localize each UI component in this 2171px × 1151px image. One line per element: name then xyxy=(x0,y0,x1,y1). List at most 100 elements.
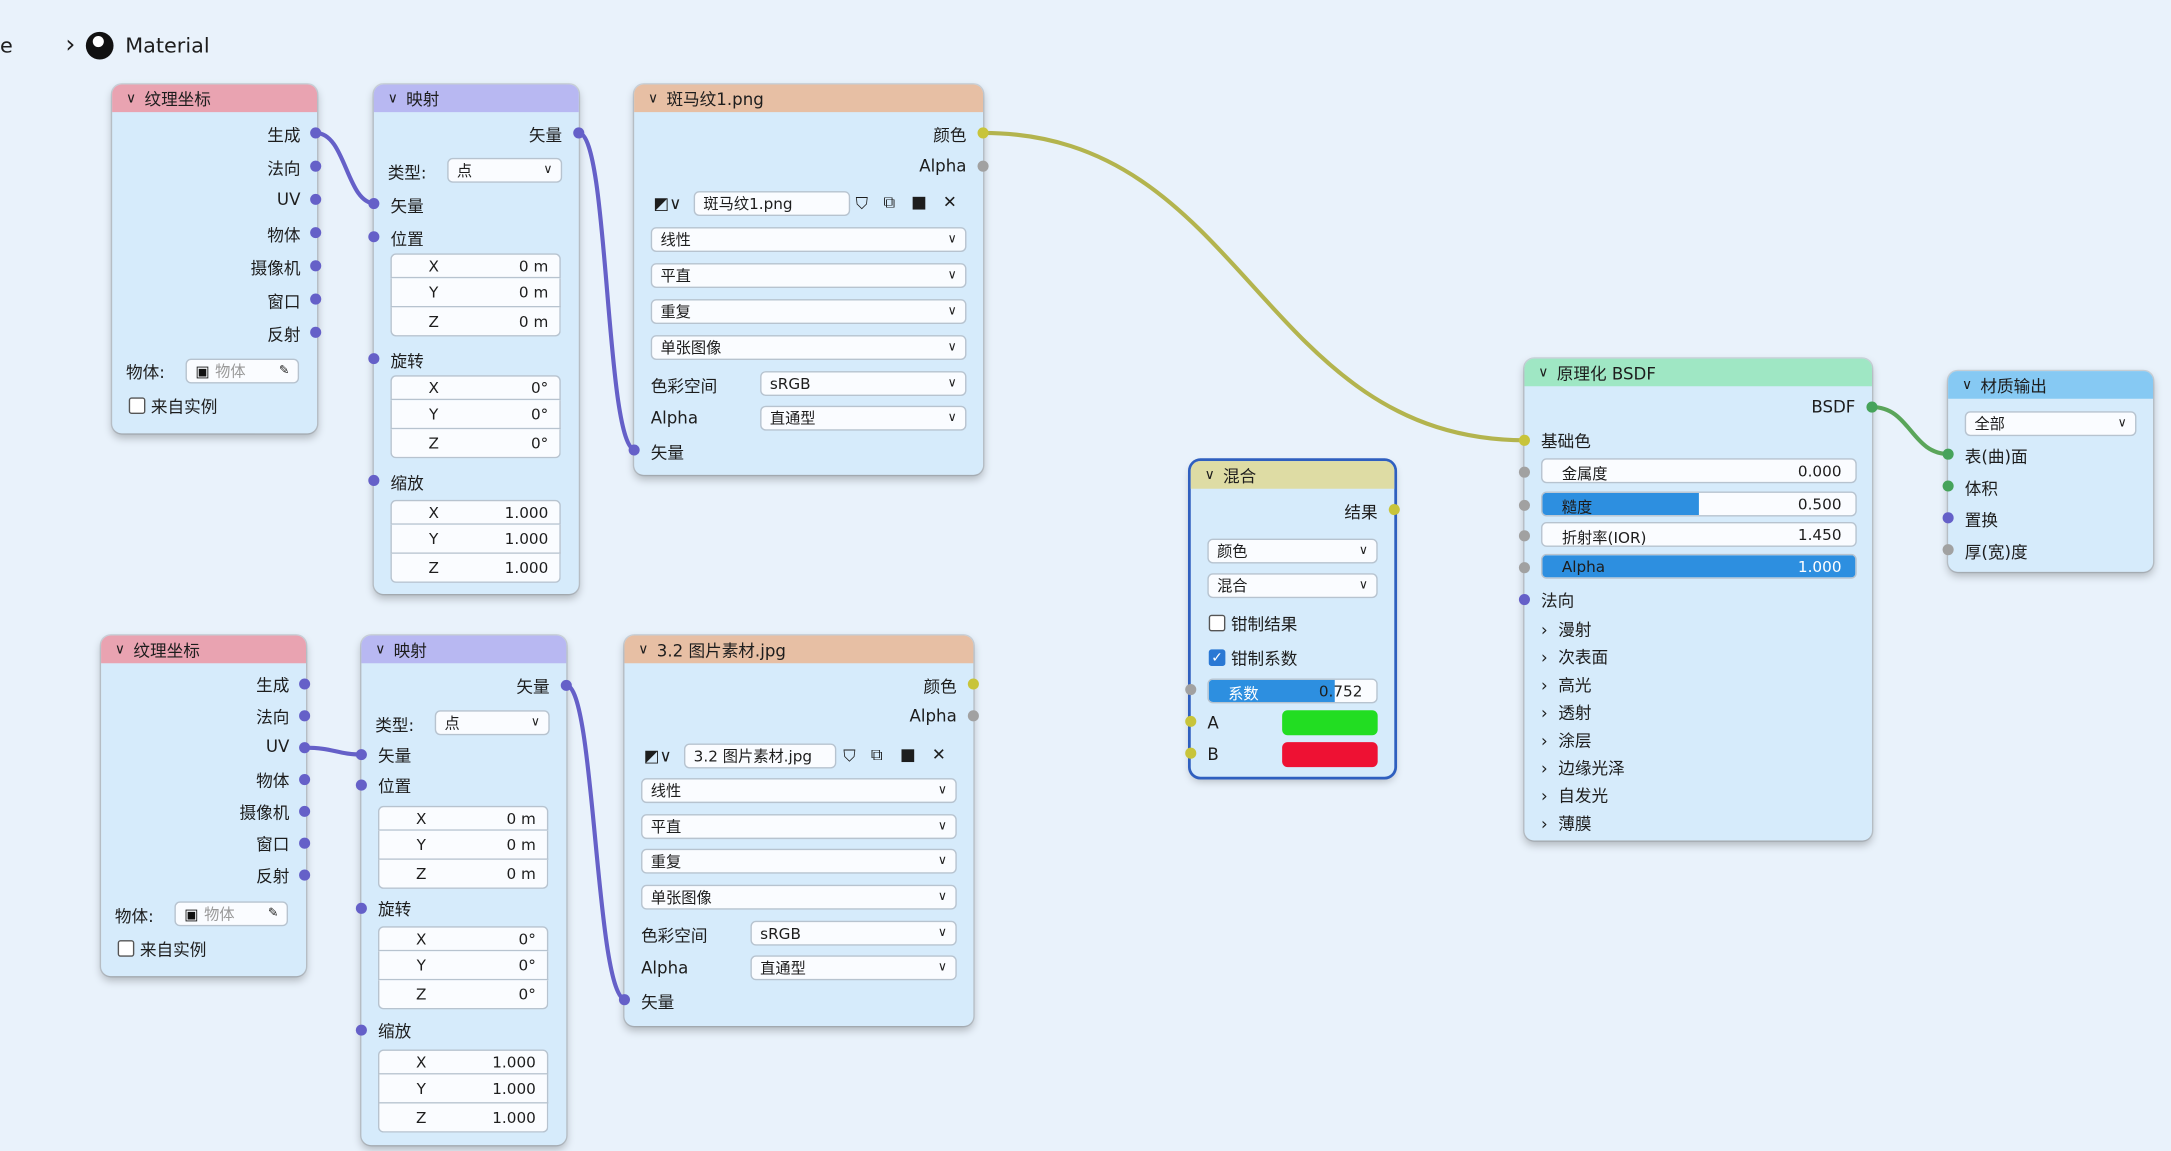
chevron-down-icon[interactable]: ∨ xyxy=(115,642,125,657)
type-dropdown[interactable]: 点 ∨ xyxy=(434,710,550,736)
chevron-down-icon[interactable]: ∨ xyxy=(648,91,658,106)
socket-object-2[interactable] xyxy=(299,773,311,786)
extension-dropdown[interactable]: 重复 ∨ xyxy=(641,848,957,874)
rotation-y-field[interactable]: Y 0° xyxy=(390,400,561,430)
socket-mix-factor[interactable] xyxy=(1185,683,1197,696)
socket-mapping1-input-vector[interactable] xyxy=(368,197,380,210)
node-header[interactable]: ∨ 原理化 BSDF xyxy=(1524,358,1872,387)
node-editor-canvas[interactable]: e › Material ∨ 纹理坐标 生成 法向 UV 物体 摄像机 窗口 反射… xyxy=(0,0,2171,1151)
panel-transmission[interactable]: › 透射 xyxy=(1541,701,1591,725)
rotation-z-field[interactable]: Z 0° xyxy=(390,429,561,459)
chevron-down-icon[interactable]: ∨ xyxy=(1962,377,1972,392)
panel-diffuse[interactable]: › 漫射 xyxy=(1541,618,1591,642)
from-instancer-checkbox[interactable] xyxy=(128,397,146,414)
blend-mode-dropdown[interactable]: 混合 ∨ xyxy=(1207,573,1378,599)
fake-user-shield-icon[interactable]: ⛉ xyxy=(843,746,855,767)
socket-reflection-2[interactable] xyxy=(299,869,311,881)
location-z-field[interactable]: Z 0 m xyxy=(377,859,549,889)
socket-mapping1-scale[interactable] xyxy=(368,474,380,486)
open-folder-icon[interactable]: ■ xyxy=(911,192,927,211)
scale-y-field[interactable]: Y 1.000 xyxy=(390,524,561,554)
rotation-z-field[interactable]: Z 0° xyxy=(377,980,549,1010)
socket-mapping1-rotation[interactable] xyxy=(368,353,380,365)
panel-emission[interactable]: › 自发光 xyxy=(1541,784,1608,808)
type-dropdown[interactable]: 点 ∨ xyxy=(447,157,563,183)
location-x-field[interactable]: X 0 m xyxy=(377,805,549,831)
duplicate-icon[interactable]: ⧉ xyxy=(883,192,895,213)
socket-mapping2-scale[interactable] xyxy=(355,1024,367,1036)
data-type-dropdown[interactable]: 颜色 ∨ xyxy=(1207,538,1378,564)
scale-z-field[interactable]: Z 1.000 xyxy=(390,553,561,583)
socket-reflection[interactable] xyxy=(310,326,322,338)
scale-x-field[interactable]: X 1.000 xyxy=(377,1049,549,1075)
socket-uv[interactable] xyxy=(310,193,322,205)
from-instancer-checkbox[interactable] xyxy=(117,940,135,957)
image-name-field[interactable]: 3.2 图片素材.jpg xyxy=(683,743,837,769)
node-header[interactable]: ∨ 映射 xyxy=(373,84,579,113)
ior-field[interactable]: 折射率(IOR) 1.450 xyxy=(1541,521,1857,547)
panel-sheen[interactable]: › 边缘光泽 xyxy=(1541,756,1625,780)
location-y-field[interactable]: Y 0 m xyxy=(390,278,561,308)
source-dropdown[interactable]: 单张图像 ∨ xyxy=(650,335,967,360)
socket-object[interactable] xyxy=(310,227,322,239)
chevron-down-icon[interactable]: ∨ xyxy=(1538,365,1548,380)
scale-y-field[interactable]: Y 1.000 xyxy=(377,1074,549,1104)
socket-mapping2-input-vector[interactable] xyxy=(355,749,367,761)
node-header[interactable]: ∨ 斑马纹1.png xyxy=(634,84,984,113)
color-b-swatch[interactable] xyxy=(1282,742,1378,768)
socket-image1-color[interactable] xyxy=(977,127,989,139)
chevron-down-icon[interactable]: ∨ xyxy=(638,642,648,657)
socket-mix-b[interactable] xyxy=(1185,747,1197,759)
image-browse-icon[interactable]: ◩∨ xyxy=(654,194,682,213)
node-mix[interactable]: ∨ 混合 结果 颜色 ∨ 混合 ∨ 钳制结果 ✓ 钳制系数 系数 0.752 A B xyxy=(1190,461,1395,777)
colorspace-dropdown[interactable]: sRGB ∨ xyxy=(760,371,967,396)
metallic-slider[interactable]: 金属度 0.000 xyxy=(1541,458,1857,484)
node-image-texture-2[interactable]: ∨ 3.2 图片素材.jpg 颜色 Alpha ◩∨ 3.2 图片素材.jpg ⛉… xyxy=(624,635,974,1026)
scale-z-field[interactable]: Z 1.000 xyxy=(377,1103,549,1133)
rotation-x-field[interactable]: X 0° xyxy=(377,926,549,952)
socket-bsdf-output[interactable] xyxy=(1866,401,1878,413)
projection-dropdown[interactable]: 平直 ∨ xyxy=(641,814,957,840)
node-header[interactable]: ∨ 材质输出 xyxy=(1948,371,2154,399)
panel-specular[interactable]: › 高光 xyxy=(1541,673,1591,697)
socket-mapping1-output[interactable] xyxy=(573,127,585,139)
object-picker[interactable]: ▣ 物体 ✎ xyxy=(185,358,300,384)
node-header[interactable]: ∨ 纹理坐标 xyxy=(101,635,306,664)
close-icon[interactable]: ✕ xyxy=(932,745,946,764)
chevron-down-icon[interactable]: ∨ xyxy=(375,642,385,657)
chevron-down-icon[interactable]: ∨ xyxy=(1205,467,1215,482)
location-y-field[interactable]: Y 0 m xyxy=(377,830,549,860)
socket-mapping2-rotation[interactable] xyxy=(355,902,367,914)
node-texture-coordinate-1[interactable]: ∨ 纹理坐标 生成 法向 UV 物体 摄像机 窗口 反射 物体: ▣ 物体 ✎ 来… xyxy=(112,84,318,434)
node-header[interactable]: ∨ 纹理坐标 xyxy=(112,84,318,113)
socket-uv-2[interactable] xyxy=(299,742,311,754)
socket-mix-result[interactable] xyxy=(1388,503,1400,516)
open-folder-icon[interactable]: ■ xyxy=(900,745,916,764)
chevron-down-icon[interactable]: ∨ xyxy=(388,91,398,106)
socket-normal-2[interactable] xyxy=(299,710,311,722)
panel-subsurface[interactable]: › 次表面 xyxy=(1541,645,1608,669)
alpha-mode-dropdown[interactable]: 直通型 ∨ xyxy=(760,405,967,431)
socket-output-thickness[interactable] xyxy=(1942,544,1954,556)
socket-generated[interactable] xyxy=(310,127,322,139)
socket-image1-alpha[interactable] xyxy=(977,160,989,172)
node-mapping-1[interactable]: ∨ 映射 矢量 类型: 点 ∨ 矢量 位置 X0 m Y0 m Z0 m 旋转 X0… xyxy=(373,84,579,594)
socket-bsdf-normal[interactable] xyxy=(1518,593,1530,606)
duplicate-icon[interactable]: ⧉ xyxy=(871,745,883,766)
socket-window[interactable] xyxy=(310,293,322,305)
projection-dropdown[interactable]: 平直 ∨ xyxy=(650,263,967,288)
colorspace-dropdown[interactable]: sRGB ∨ xyxy=(750,920,957,946)
socket-bsdf-ior[interactable] xyxy=(1518,530,1530,542)
image-browse-icon[interactable]: ◩∨ xyxy=(644,746,672,765)
socket-mix-a[interactable] xyxy=(1185,715,1197,727)
eyedropper-icon[interactable]: ✎ xyxy=(279,364,289,378)
socket-output-displacement[interactable] xyxy=(1942,512,1954,524)
socket-mapping2-location[interactable] xyxy=(355,779,367,791)
socket-bsdf-base-color[interactable] xyxy=(1518,434,1530,446)
roughness-slider[interactable]: 糙度 0.500 xyxy=(1541,491,1857,517)
location-x-field[interactable]: X 0 m xyxy=(390,253,561,279)
panel-coat[interactable]: › 涂层 xyxy=(1541,728,1591,752)
node-principled-bsdf[interactable]: ∨ 原理化 BSDF BSDF 基础色 金属度 0.000 糙度 0.500 折射… xyxy=(1524,358,1872,841)
socket-camera[interactable] xyxy=(310,260,322,272)
target-dropdown[interactable]: 全部 ∨ xyxy=(1964,411,2137,437)
